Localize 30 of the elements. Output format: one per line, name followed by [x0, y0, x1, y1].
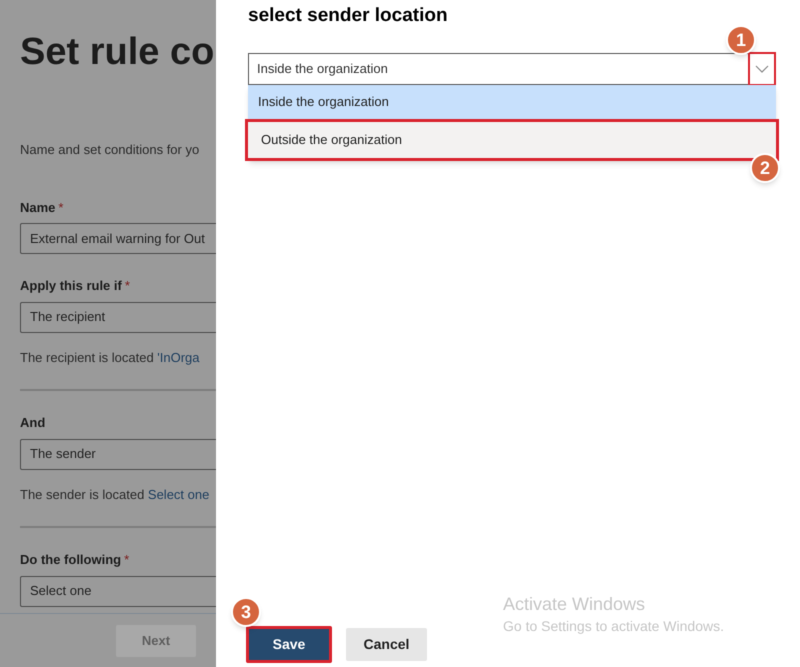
activation-text: Go to Settings to activate Windows. [503, 617, 724, 636]
field-label: And [20, 414, 46, 432]
field-label: Apply this rule if [20, 277, 122, 295]
required-mark: * [58, 198, 64, 216]
step-number-badge: 2 [750, 153, 780, 183]
step-number-badge: 1 [726, 25, 756, 55]
required-mark: * [124, 551, 130, 569]
dropdown-field[interactable]: Inside the organization [248, 53, 776, 85]
field-label: Name [20, 198, 56, 216]
location-note: The recipient is located 'InOrga [20, 348, 201, 367]
input-field[interactable]: The recipient [20, 302, 216, 332]
field-label: Do the following [20, 551, 122, 569]
panel-title: select sender location [248, 4, 449, 28]
activation-title: Activate Windows [503, 593, 646, 616]
save-button[interactable]: Save [246, 626, 332, 663]
page-title: Set rule co [20, 30, 216, 75]
dropdown-option[interactable]: Outside the organization [245, 119, 779, 161]
step-number-badge: 3 [231, 597, 261, 627]
required-mark: * [124, 277, 130, 295]
dropdown-value: Inside the organization [257, 60, 389, 78]
input-field[interactable]: Select one [20, 576, 216, 606]
description-text: Name and set conditions for yo [20, 141, 200, 159]
cancel-button[interactable]: Cancel [346, 628, 427, 661]
input-field[interactable]: The sender [20, 438, 216, 470]
dropdown-toggle-button[interactable] [748, 52, 776, 86]
location-note: The sender is located Select one [20, 486, 210, 504]
input-field[interactable]: External email warning for Out [20, 223, 216, 254]
select-link[interactable]: Select one [148, 486, 210, 502]
select-link[interactable]: 'InOrga [157, 350, 200, 364]
dropdown-option[interactable]: Inside the organization [248, 85, 776, 119]
